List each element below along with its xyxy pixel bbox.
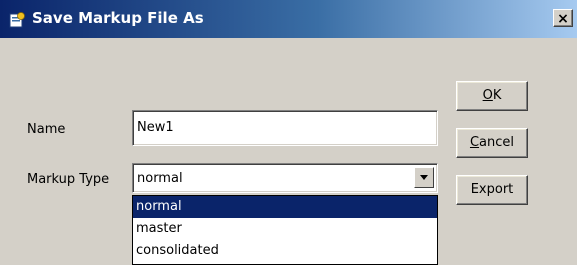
title-bar[interactable]: Save Markup File As × xyxy=(0,0,577,38)
cancel-mnemonic: C xyxy=(469,135,480,150)
name-label: Name xyxy=(27,122,66,137)
chevron-down-icon xyxy=(420,175,428,180)
cancel-label: ancel xyxy=(479,135,515,150)
name-input-value: New1 xyxy=(137,120,174,135)
option-master[interactable]: master xyxy=(133,218,437,240)
ok-button[interactable]: OK xyxy=(456,81,528,111)
name-input[interactable]: New1 xyxy=(132,110,438,146)
window-title: Save Markup File As xyxy=(32,9,204,27)
ok-mnemonic: O xyxy=(482,88,493,103)
markup-type-value: normal xyxy=(137,171,183,186)
markup-type-label: Markup Type xyxy=(27,172,110,187)
dropdown-button[interactable] xyxy=(414,167,434,188)
export-button[interactable]: Export xyxy=(456,175,528,205)
option-consolidated[interactable]: consolidated xyxy=(133,240,437,262)
cancel-button[interactable]: Cancel xyxy=(456,128,528,158)
close-button[interactable]: × xyxy=(553,9,573,27)
markup-type-select[interactable]: normal xyxy=(132,163,438,193)
ok-label: K xyxy=(492,88,502,103)
markup-type-options[interactable]: normal master consolidated xyxy=(132,195,438,265)
option-normal[interactable]: normal xyxy=(133,196,437,218)
save-file-icon xyxy=(9,12,25,28)
